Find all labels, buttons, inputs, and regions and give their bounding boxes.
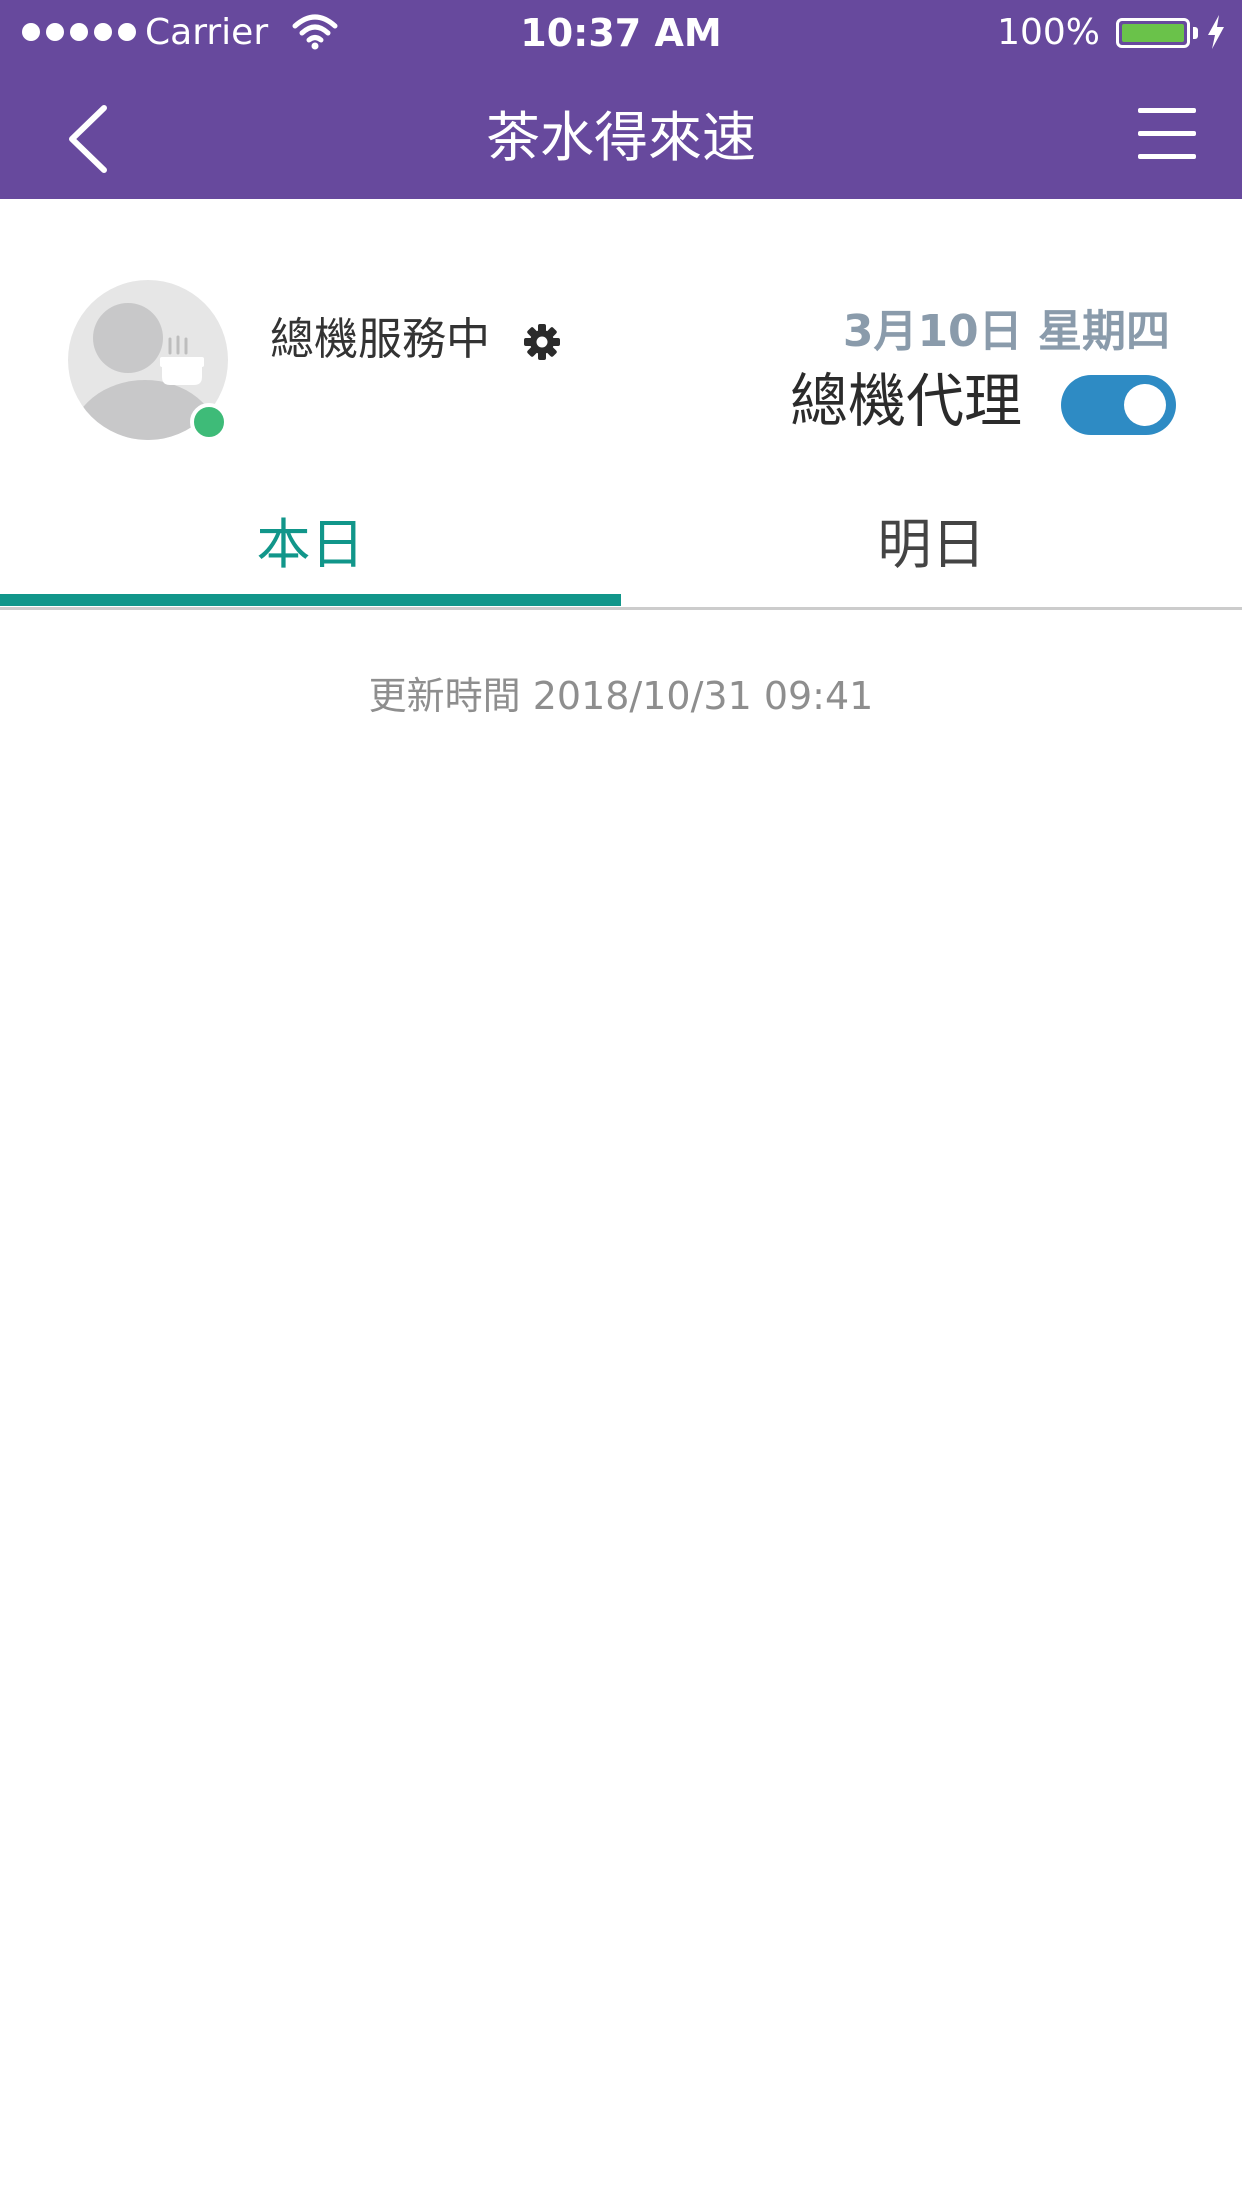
update-time: 更新時間 2018/10/31 09:41: [368, 674, 874, 718]
tab-divider: [0, 607, 1242, 610]
nav-bar: 茶水得來速: [0, 66, 1242, 199]
tab-active-indicator: [0, 594, 621, 606]
avatar-head: [93, 303, 163, 373]
hamburger-menu-icon[interactable]: [1138, 108, 1196, 164]
tea-cup-icon: [160, 335, 204, 385]
charging-bolt-icon: [1208, 15, 1224, 49]
battery-percentage: 100%: [997, 12, 1100, 53]
tab-today[interactable]: 本日: [0, 500, 621, 600]
date-label: 3月10日 星期四: [842, 306, 1170, 357]
proxy-label: 總機代理: [790, 367, 1023, 435]
tab-bar: 本日 明日: [0, 500, 1242, 610]
battery-icon: [1116, 18, 1190, 48]
battery-tip: [1193, 27, 1198, 39]
page-title: 茶水得來速: [486, 106, 756, 169]
toggle-knob: [1124, 384, 1166, 426]
operator-status: 總機服務中: [270, 314, 490, 365]
gear-icon[interactable]: [522, 322, 562, 362]
tab-tomorrow[interactable]: 明日: [621, 500, 1242, 600]
status-bar: Carrier 10:37 AM 100%: [0, 0, 1242, 66]
online-status-dot: [190, 403, 228, 441]
proxy-toggle[interactable]: [1061, 375, 1176, 435]
